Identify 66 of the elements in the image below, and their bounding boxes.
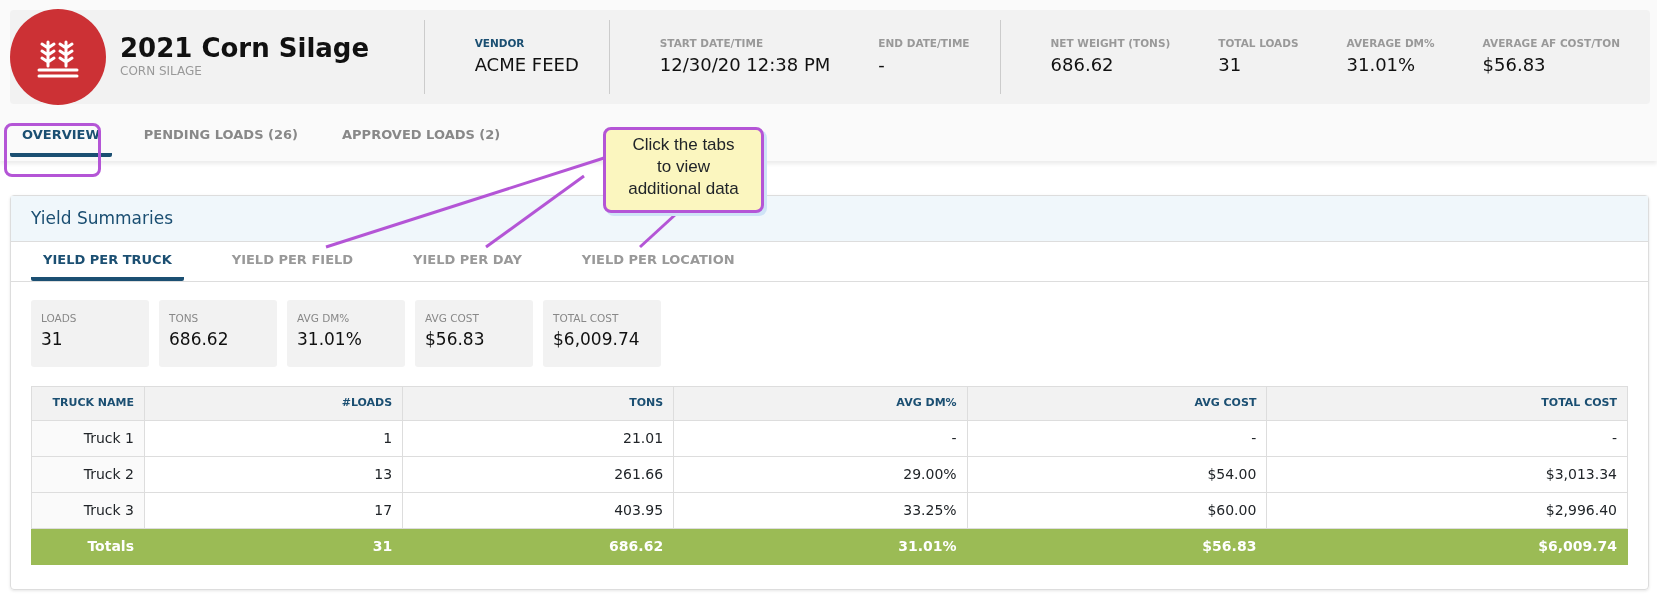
table-cell: 33.25% bbox=[673, 492, 968, 528]
field-label: NET WEIGHT (TONS) bbox=[1050, 35, 1171, 51]
stat-label: TONS bbox=[169, 311, 200, 326]
table-cell: $60.00 bbox=[967, 492, 1267, 528]
field-label: AVERAGE AF COST/TON bbox=[1482, 35, 1620, 51]
totals-cell: 686.62 bbox=[402, 528, 674, 564]
table-cell: - bbox=[1266, 420, 1628, 456]
totals-cell: $56.83 bbox=[967, 528, 1267, 564]
column-header: #LOADS bbox=[144, 386, 403, 420]
field-value: 31 bbox=[1218, 53, 1243, 78]
field-value: ACME FEED bbox=[474, 53, 579, 78]
totals-cell: Totals bbox=[31, 528, 145, 564]
record-subtitle: CORN SILAGE bbox=[120, 63, 203, 81]
table-cell: $54.00 bbox=[967, 456, 1267, 492]
field-value: $56.83 bbox=[1482, 53, 1547, 78]
field-label: VENDOR bbox=[474, 35, 526, 51]
totals-cell: 31 bbox=[144, 528, 403, 564]
table-cell: Truck 1 bbox=[31, 420, 145, 456]
field-label: TOTAL LOADS bbox=[1218, 35, 1299, 51]
panel-title: Yield Summaries bbox=[31, 206, 173, 230]
tab[interactable]: OVERVIEW bbox=[10, 118, 112, 157]
table-cell: 13 bbox=[144, 456, 403, 492]
stat-value: 686.62 bbox=[169, 327, 230, 351]
tab[interactable]: YIELD PER LOCATION bbox=[569, 249, 747, 281]
column-header: AVG DM% bbox=[673, 386, 968, 420]
record-title: 2021 Corn Silage bbox=[120, 33, 371, 63]
stat-label: LOADS bbox=[41, 311, 78, 326]
table-cell: Truck 3 bbox=[31, 492, 145, 528]
stat-value: $56.83 bbox=[425, 327, 486, 351]
stat-label: AVG COST bbox=[425, 311, 480, 326]
column-header: TOTAL COST bbox=[1266, 386, 1628, 420]
field-value: - bbox=[878, 53, 886, 78]
table-cell: 403.95 bbox=[402, 492, 674, 528]
field-value: 31.01% bbox=[1346, 53, 1417, 78]
table-cell: $3,013.34 bbox=[1266, 456, 1628, 492]
column-header: TRUCK NAME bbox=[31, 386, 145, 420]
column-header: AVG COST bbox=[967, 386, 1267, 420]
field-label: END DATE/TIME bbox=[878, 35, 970, 51]
tab[interactable]: YIELD PER FIELD bbox=[219, 249, 366, 281]
table-cell: - bbox=[673, 420, 968, 456]
tab[interactable]: APPROVED LOADS (2) bbox=[330, 118, 513, 157]
field-label: AVERAGE DM% bbox=[1346, 35, 1435, 51]
column-header: TONS bbox=[402, 386, 674, 420]
field-label: START DATE/TIME bbox=[659, 35, 765, 51]
tab[interactable]: YIELD PER DAY bbox=[401, 249, 534, 281]
stat-value: 31 bbox=[41, 327, 64, 351]
table-cell: $2,996.40 bbox=[1266, 492, 1628, 528]
stat-value: 31.01% bbox=[297, 327, 363, 351]
table-cell: 261.66 bbox=[402, 456, 674, 492]
table-cell: 29.00% bbox=[673, 456, 968, 492]
wheat-logo-icon bbox=[10, 9, 106, 105]
stat-label: AVG DM% bbox=[297, 311, 351, 326]
table-cell: - bbox=[967, 420, 1267, 456]
table-cell: 21.01 bbox=[402, 420, 674, 456]
tab[interactable]: YIELD PER TRUCK bbox=[31, 249, 184, 281]
totals-cell: 31.01% bbox=[673, 528, 968, 564]
totals-cell: $6,009.74 bbox=[1266, 528, 1628, 564]
table-cell: Truck 2 bbox=[31, 456, 145, 492]
stat-label: TOTAL COST bbox=[553, 311, 620, 326]
callout-note: Click the tabs to view additional data bbox=[603, 127, 764, 213]
tab[interactable]: PENDING LOADS (26) bbox=[131, 118, 310, 157]
table-cell: 1 bbox=[144, 420, 403, 456]
field-value: 686.62 bbox=[1050, 53, 1115, 78]
stat-value: $6,009.74 bbox=[553, 327, 641, 351]
table-cell: 17 bbox=[144, 492, 403, 528]
field-value: 12/30/20 12:38 PM bbox=[659, 53, 831, 78]
